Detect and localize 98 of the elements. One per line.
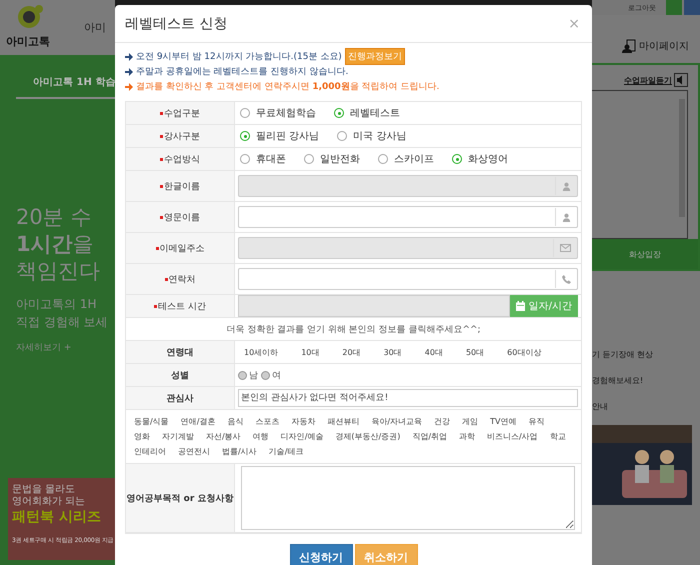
person-icon xyxy=(562,182,571,190)
radio-label: 필리핀 강사님 xyxy=(256,130,320,143)
radio-label: 남 xyxy=(249,370,258,382)
interest-option[interactable]: 육아/자녀교육 xyxy=(371,415,422,428)
interest-option[interactable]: 건강 xyxy=(434,415,450,428)
interest-option[interactable]: 자기계발 xyxy=(162,430,194,443)
radio-label: 미국 강사님 xyxy=(353,130,406,143)
radio-button[interactable] xyxy=(240,131,250,141)
field-label: 영문이름 xyxy=(164,212,200,224)
speaker-icon[interactable] xyxy=(674,73,688,87)
interest-option[interactable]: 과학 xyxy=(459,430,476,443)
user-icon xyxy=(622,39,636,53)
interest-option[interactable]: 자동차 xyxy=(291,415,316,428)
input-field[interactable] xyxy=(238,268,578,290)
radio-label: 일반전화 xyxy=(320,153,360,166)
field-label: 수업구분 xyxy=(164,108,200,120)
field-label: 성별 xyxy=(171,370,189,382)
field-label: 테스트 시간 xyxy=(158,300,206,312)
age-option[interactable]: 60대이상 xyxy=(507,346,542,358)
field-label: 한글이름 xyxy=(164,180,200,192)
field-label: 관심사 xyxy=(166,392,194,404)
interest-option[interactable]: 직업/취업 xyxy=(412,430,448,443)
headline-text: 20분 수 xyxy=(16,204,92,231)
age-option[interactable]: 30대 xyxy=(384,346,402,358)
age-option[interactable]: 10세이하 xyxy=(244,346,278,358)
mypage-link[interactable]: 마이페이지 xyxy=(639,39,689,53)
interest-option[interactable]: 연애/결혼 xyxy=(180,415,216,428)
info-text: 더욱 정확한 결과를 얻기 위해 본인의 정보를 클릭해주세요^^; xyxy=(226,324,481,336)
listen-link[interactable]: 수업파일듣기 xyxy=(624,74,672,86)
age-option[interactable]: 10대 xyxy=(301,346,320,358)
nav-item[interactable]: 아미 xyxy=(84,20,106,35)
banner-text: 문법을 몰라도 xyxy=(12,484,76,496)
interest-field[interactable]: 본인의 관심사가 없다면 적어주세요! xyxy=(238,389,578,407)
banner-text: 영어회화가 되는 xyxy=(12,496,86,508)
logo-icon xyxy=(15,3,45,29)
radio-label: 화상영어 xyxy=(468,153,508,166)
interest-option[interactable]: 경제(부동산/증권) xyxy=(335,430,400,443)
radio-button[interactable] xyxy=(334,108,344,118)
date-field[interactable] xyxy=(238,295,510,317)
interest-option[interactable]: 기술/테크 xyxy=(268,445,304,458)
input-field[interactable] xyxy=(238,206,578,228)
radio-label: 여 xyxy=(272,370,281,382)
interest-option[interactable]: 스포츠 xyxy=(255,415,280,428)
age-option[interactable]: 20대 xyxy=(342,346,361,358)
radio-button[interactable] xyxy=(304,154,314,164)
interest-option[interactable]: 인테리어 xyxy=(134,445,166,458)
calendar-icon xyxy=(516,301,525,311)
radio-button[interactable] xyxy=(378,154,388,164)
interest-option[interactable]: 디자인/예술 xyxy=(280,430,324,443)
interest-option[interactable]: 패션뷰티 xyxy=(327,415,360,428)
notice-text: 주말과 공휴일에는 레벨테스트를 진행하지 않습니다. xyxy=(136,66,348,78)
notice-link[interactable]: 기 듣기장애 현상 xyxy=(592,349,700,360)
mail-icon xyxy=(560,244,571,252)
headline-text: 책임진다 xyxy=(16,258,101,285)
interest-option[interactable]: 자선/봉사 xyxy=(206,430,241,443)
interest-option[interactable]: 여행 xyxy=(252,430,269,443)
radio-label: 스카이프 xyxy=(394,153,434,166)
phone-icon xyxy=(562,274,571,284)
interest-option[interactable]: 게임 xyxy=(462,415,478,428)
hero-subtext: 직접 경험해 보세 xyxy=(16,314,109,331)
interest-option[interactable]: 유직 xyxy=(528,415,544,428)
person-icon xyxy=(562,212,571,222)
radio-button[interactable] xyxy=(240,108,250,118)
logo-text[interactable]: 아미고톡 xyxy=(6,34,50,49)
modal-title: 레벨테스트 신청 xyxy=(125,14,228,32)
notice-text: 결과를 확인하신 후 고객센터에 연락주시면 1,000원을 적립하여 드립니다. xyxy=(136,81,440,93)
interest-option[interactable]: 음식 xyxy=(227,415,244,428)
field-label: 영어공부목적 or 요청사항 xyxy=(126,492,234,504)
interest-option[interactable]: 학교 xyxy=(550,430,566,443)
field-label: 연령대 xyxy=(166,346,194,358)
field-label: 이메일주소 xyxy=(160,242,204,254)
radio-button[interactable] xyxy=(261,370,270,380)
notice-link[interactable]: 경험해보세요! xyxy=(592,375,700,386)
banner-title: 패턴북 시리즈 xyxy=(12,508,102,526)
field-label: 강사구분 xyxy=(164,130,200,142)
notice-link[interactable]: 안내 xyxy=(592,401,700,412)
request-textarea[interactable] xyxy=(241,466,575,530)
age-option[interactable]: 40대 xyxy=(424,346,443,358)
radio-button[interactable] xyxy=(337,131,348,141)
radio-label: 레벨테스트 xyxy=(350,107,400,120)
radio-button[interactable] xyxy=(240,154,250,164)
interest-option[interactable]: 공연전시 xyxy=(178,445,210,458)
submit-button[interactable]: 신청하기 xyxy=(290,544,352,565)
headline-text: 1시간을 xyxy=(16,231,95,258)
interest-option[interactable]: TV연예 xyxy=(490,415,516,428)
field-label: 연락처 xyxy=(168,274,196,286)
interest-option[interactable]: 법률/시사 xyxy=(222,445,257,458)
radio-label: 휴대폰 xyxy=(256,153,286,166)
radio-button[interactable] xyxy=(238,370,247,380)
interest-option[interactable]: 동물/식물 xyxy=(134,415,169,428)
hero-subtext: 아미고톡의 1H xyxy=(16,296,98,313)
notice-text: 오전 9시부터 밤 12시까지 가능합니다.(15분 소요) xyxy=(136,51,342,63)
interest-option[interactable]: 비즈니스/사업 xyxy=(487,430,538,443)
radio-label: 무료체험학습 xyxy=(256,107,316,120)
age-option[interactable]: 50대 xyxy=(466,346,484,358)
interest-option[interactable]: 영화 xyxy=(134,430,150,443)
field-label: 수업방식 xyxy=(164,154,200,166)
radio-button[interactable] xyxy=(452,154,462,164)
